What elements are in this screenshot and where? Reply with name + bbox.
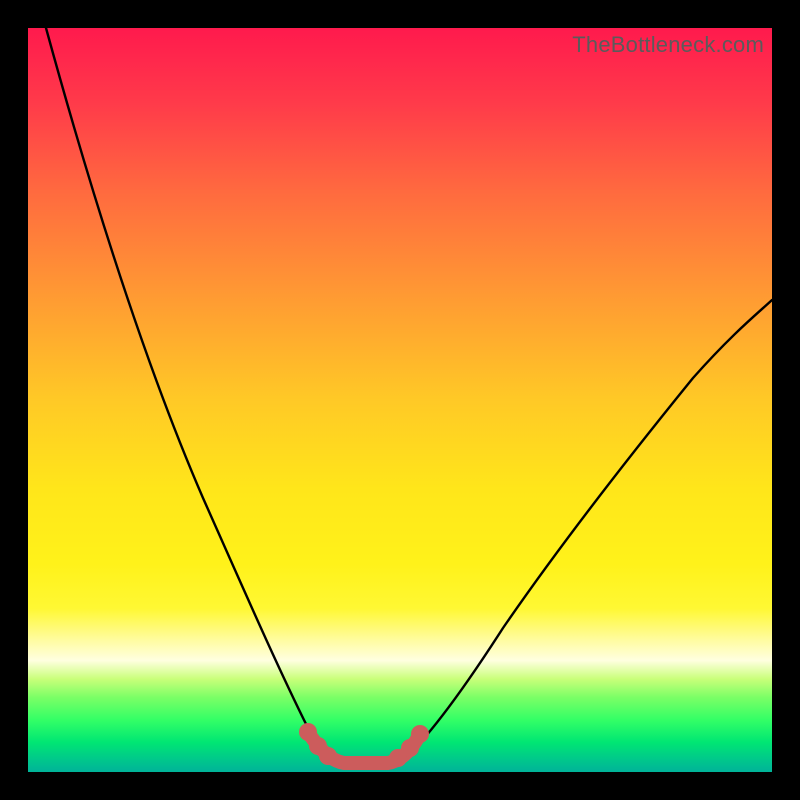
- chart-area: TheBottleneck.com: [28, 28, 772, 772]
- left-curve: [46, 28, 334, 763]
- marker-dot: [319, 747, 337, 765]
- outer-frame: TheBottleneck.com: [0, 0, 800, 800]
- marker-dot: [411, 725, 429, 743]
- chart-svg: [28, 28, 772, 772]
- right-curve: [400, 300, 772, 763]
